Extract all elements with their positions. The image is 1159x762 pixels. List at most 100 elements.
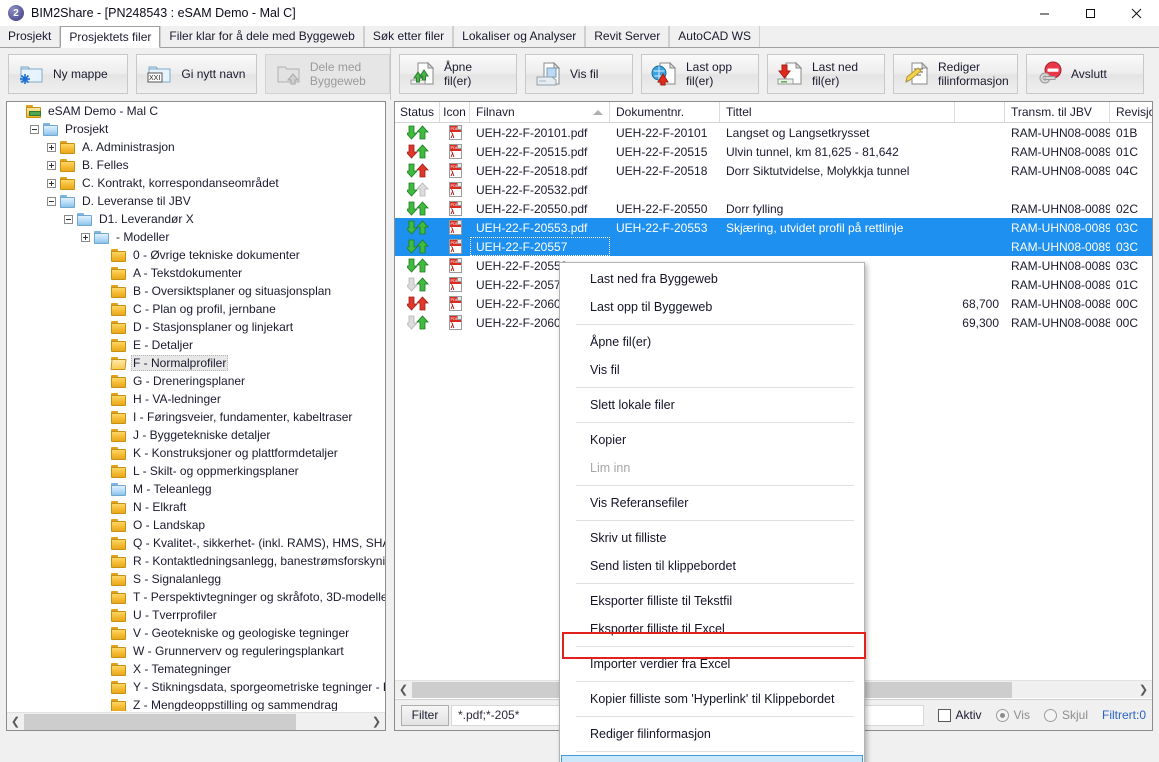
tab-prosjektets-filer[interactable]: Prosjektets filer (60, 26, 161, 48)
table-row[interactable]: PDF λ UEH-22-F-20101.pdf UEH-22-F-20101 Lang… (395, 123, 1152, 142)
scroll-left-icon[interactable]: ❮ (7, 713, 24, 730)
menu-item-send-listen-til-klippebordet[interactable]: Send listen til klippebordet (560, 552, 864, 580)
close-icon[interactable] (1113, 0, 1159, 26)
tree-node[interactable]: B - Oversiktsplaner og situasjonsplan (7, 282, 385, 300)
tab-revit-server[interactable]: Revit Server (585, 26, 670, 47)
collapse-icon[interactable] (47, 196, 56, 206)
tab-autocad-ws[interactable]: AutoCAD WS (669, 26, 760, 47)
menu-item-vis-referansefiler[interactable]: Vis Referansefiler (560, 489, 864, 517)
download-file-button[interactable]: Last ned fil(er) (767, 54, 885, 94)
tree-node[interactable]: C - Plan og profil, jernbane (7, 300, 385, 318)
skjul-radio[interactable] (1043, 708, 1057, 722)
scroll-thumb[interactable] (24, 713, 296, 730)
maximize-icon[interactable] (1067, 0, 1113, 26)
tree-node[interactable]: Q - Kvalitet-, sikkerhet- (inkl. RAMS), … (7, 534, 385, 552)
expand-icon[interactable] (47, 142, 56, 152)
tree-node[interactable]: H - VA-ledninger (7, 390, 385, 408)
table-row[interactable]: PDF λ UEH-22-F-20550.pdf UEH-22-F-20550 Dorr… (395, 199, 1152, 218)
tree-node[interactable]: M - Teleanlegg (7, 480, 385, 498)
vis-radio-group[interactable]: Vis (995, 708, 1030, 722)
menu-item-last-ned-fra-byggeweb[interactable]: Last ned fra Byggeweb (560, 265, 864, 293)
preview-file-button[interactable]: Vis fil (525, 54, 633, 94)
tree-node[interactable]: K - Konstruksjoner og plattformdetaljer (7, 444, 385, 462)
skjul-radio-group[interactable]: Skjul (1043, 708, 1088, 722)
table-row[interactable]: PDF λ UEH-22-F-20532.pdf (395, 180, 1152, 199)
tree-node[interactable]: 0 - Øvrige tekniske dokumenter (7, 246, 385, 264)
menu-item-skriv-ut-filliste[interactable]: Skriv ut filliste (560, 524, 864, 552)
tree-node[interactable]: D - Stasjonsplaner og linjekart (7, 318, 385, 336)
tree-node[interactable]: W - Grunnerverv og reguleringsplankart (7, 642, 385, 660)
aktiv-checkbox-group[interactable]: Aktiv (937, 708, 982, 722)
tree-node[interactable]: B. Felles (7, 156, 385, 174)
menu-item-kopier[interactable]: Kopier (560, 426, 864, 454)
tree-node[interactable]: T - Perspektivtegninger og skråfoto, 3D-… (7, 588, 385, 606)
file-context-menu[interactable]: Last ned fra Byggeweb Last opp til Byggew… (559, 262, 865, 762)
expand-icon[interactable] (81, 232, 90, 242)
minimize-icon[interactable] (1021, 0, 1067, 26)
tree-node[interactable]: C. Kontrakt, korrespondanseområdet (7, 174, 385, 192)
tree-node[interactable]: - Modeller (7, 228, 385, 246)
table-row[interactable]: PDFλUEH-22-F-20557RAM-UHN08-008903C01.04… (395, 237, 1152, 256)
menu-item-kopier-filliste-som-hyperlink-til-klippebordet[interactable]: Kopier filliste som 'Hyperlink' til Klip… (560, 685, 864, 713)
tree-node[interactable]: S - Signalanlegg (7, 570, 385, 588)
column-header-tittel[interactable]: Tittel (720, 102, 955, 122)
menu-item-importer-verdier-fra-excel[interactable]: Importer verdier fra Excel (560, 650, 864, 678)
column-header-icon[interactable]: Icon (440, 102, 470, 122)
tree-node[interactable]: X - Temategninger (7, 660, 385, 678)
menu-item-eksporter-filliste-til-tekstfil[interactable]: Eksporter filliste til Tekstfil (560, 587, 864, 615)
tree-node[interactable]: F - Normalprofiler (7, 354, 385, 372)
tree-node[interactable]: Y - Stikningsdata, sporgeometriske tegni… (7, 678, 385, 696)
menu-item-last-opp-til-byggeweb[interactable]: Last opp til Byggeweb (560, 293, 864, 321)
tree-node[interactable]: Prosjekt (7, 120, 385, 138)
tree-node[interactable]: E - Detaljer (7, 336, 385, 354)
table-row[interactable]: PDF λ UEH-22-F-20553.pdf UEH-22-F-20553 Skjæ… (395, 218, 1152, 237)
column-header-filnavn[interactable]: Filnavn (470, 102, 610, 122)
tree-node[interactable]: A - Tekstdokumenter (7, 264, 385, 282)
tab-s-k-etter-filer[interactable]: Søk etter filer (363, 26, 454, 47)
tree-node[interactable]: I - Føringsveier, fundamenter, kabeltras… (7, 408, 385, 426)
column-header-dokumentnr[interactable]: Dokumentnr. (610, 102, 720, 122)
exit-button[interactable]: Avslutt (1026, 54, 1144, 94)
tab-prosjekt[interactable]: Prosjekt (0, 26, 61, 47)
tree-horizontal-scrollbar[interactable]: ❮ ❯ (7, 712, 385, 730)
tree-node[interactable]: R - Kontaktledningsanlegg, banestrømsfor… (7, 552, 385, 570)
tree-node[interactable]: N - Elkraft (7, 498, 385, 516)
menu-item-vis-fil[interactable]: Vis fil (560, 356, 864, 384)
tree-node[interactable]: A. Administrasjon (7, 138, 385, 156)
tree-node[interactable]: V - Geotekniske og geologiske tegninger (7, 624, 385, 642)
column-header-transm-til-jbv[interactable]: Transm. til JBV (1005, 102, 1110, 122)
tree-node[interactable]: L - Skilt- og oppmerkingsplaner (7, 462, 385, 480)
tree-node[interactable]: eSAM Demo - Mal C (7, 102, 385, 120)
column-header[interactable] (955, 102, 1005, 122)
new-folder-button[interactable]: Ny mappe (8, 54, 129, 94)
expand-icon[interactable] (47, 160, 56, 170)
tree-node[interactable]: O - Landskap (7, 516, 385, 534)
menu-item-slett-lokale-filer[interactable]: Slett lokale filer (560, 391, 864, 419)
collapse-icon[interactable] (64, 214, 73, 224)
expand-icon[interactable] (47, 178, 56, 188)
upload-file-button[interactable]: Last opp fil(er) (641, 54, 759, 94)
tree-node[interactable]: G - Dreneringsplaner (7, 372, 385, 390)
tab-lokaliser-og-analyser[interactable]: Lokaliser og Analyser (453, 26, 586, 47)
tree-node[interactable]: D. Leveranse til JBV (7, 192, 385, 210)
tree-node[interactable]: Z - Mengdeoppstilling og sammendrag (7, 696, 385, 711)
aktiv-checkbox[interactable] (937, 708, 951, 722)
tree-node[interactable]: D1. Leverandør X (7, 210, 385, 228)
tree-node[interactable]: J - Byggetekniske detaljer (7, 426, 385, 444)
rename-folder-button[interactable]: XXI Gi nytt navn (136, 54, 257, 94)
tree-node[interactable]: U - Tverrprofiler (7, 606, 385, 624)
tab-filer-klar-for-dele-med-byggeweb[interactable]: Filer klar for å dele med Byggeweb (160, 26, 364, 47)
menu-item-pne-fil-er[interactable]: Åpne fil(er) (560, 328, 864, 356)
collapse-icon[interactable] (30, 124, 39, 134)
vis-radio[interactable] (995, 708, 1009, 722)
menu-item-legg-til-i-oppf-lgings-listen[interactable]: Legg til i oppfølgings listen (561, 755, 863, 762)
folder-tree[interactable]: eSAM Demo - Mal C Prosjekt A. Administrasj… (7, 102, 385, 711)
list-scroll-left-icon[interactable]: ❮ (395, 681, 412, 698)
filter-button[interactable]: Filter (401, 704, 449, 726)
table-row[interactable]: PDF λ UEH-22-F-20515.pdf UEH-22-F-20515 Ulvi… (395, 142, 1152, 161)
column-header-status[interactable]: Status (395, 102, 440, 122)
menu-item-rediger-filinformasjon[interactable]: Rediger filinformasjon (560, 720, 864, 748)
open-file-button[interactable]: Åpne fil(er) (399, 54, 517, 94)
column-header-revisjon[interactable]: Revisjon (1110, 102, 1152, 122)
menu-item-eksporter-filliste-til-excel[interactable]: Eksporter filliste til Excel (560, 615, 864, 643)
